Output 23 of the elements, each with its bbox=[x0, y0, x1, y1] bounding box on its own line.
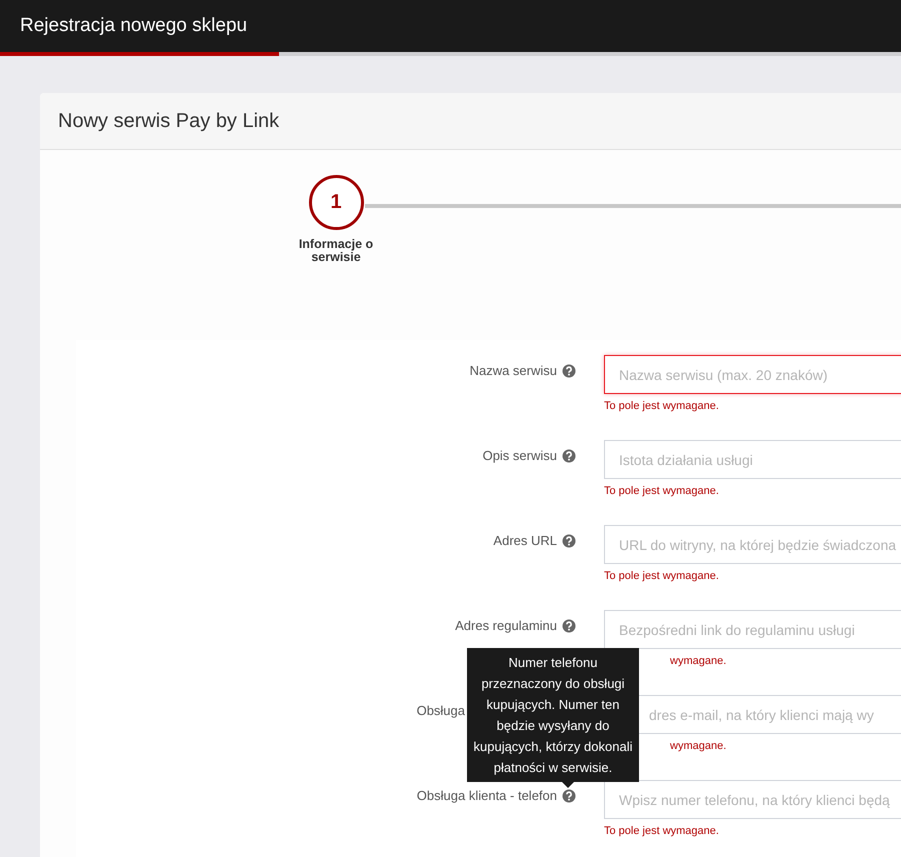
field-label: Obsługa bbox=[416, 703, 465, 718]
page-title: Rejestracja nowego sklepu bbox=[20, 15, 248, 37]
step-circle: 1 bbox=[308, 175, 364, 230]
field-label: Adres regulaminu bbox=[455, 618, 557, 633]
tooltip-text: Numer telefonu przeznaczony do obsługi kupujących. Numer ten będzie wysyłany do kupujących, którzy dokonali płatności w serwisie. bbox=[474, 655, 632, 775]
error-message: wymagane. bbox=[670, 655, 726, 667]
help-icon[interactable] bbox=[562, 534, 576, 548]
help-icon[interactable] bbox=[562, 619, 576, 633]
error-message: To pole jest wymagane. bbox=[604, 400, 719, 412]
help-icon[interactable] bbox=[562, 364, 576, 378]
error-message: To pole jest wymagane. bbox=[604, 825, 719, 837]
field-label: Adres URL bbox=[493, 533, 557, 548]
error-message: To pole jest wymagane. bbox=[604, 570, 719, 582]
help-icon[interactable] bbox=[562, 449, 576, 463]
field-label: Nazwa serwisu bbox=[470, 363, 557, 378]
error-message: To pole jest wymagane. bbox=[604, 485, 719, 497]
error-message: wymagane. bbox=[670, 740, 726, 752]
help-icon[interactable] bbox=[562, 789, 576, 803]
card-title: Nowy serwis Pay by Link bbox=[58, 110, 280, 132]
input-field[interactable]: Nazwa serwisu (max. 20 znaków) bbox=[604, 355, 901, 394]
field-label: Obsługa klienta - telefon bbox=[416, 788, 557, 803]
field-label: Opis serwisu bbox=[482, 448, 557, 463]
step-label: Informacje o serwisie bbox=[298, 238, 374, 264]
